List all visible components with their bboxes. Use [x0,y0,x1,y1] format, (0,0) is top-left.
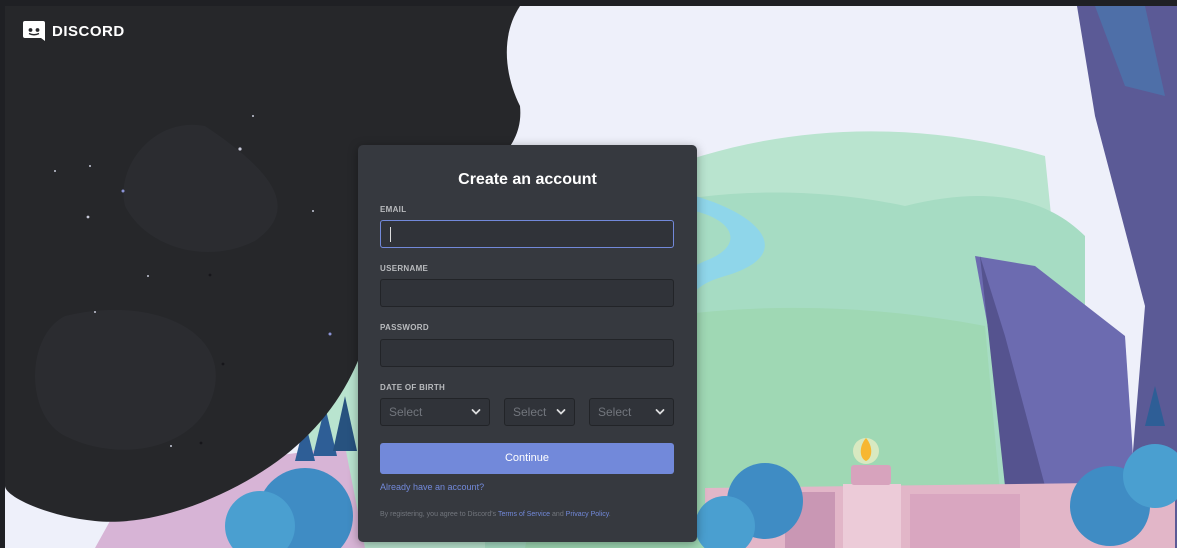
day-select-value: Select [513,405,547,419]
day-select[interactable]: Select [504,398,575,426]
discord-logo-icon [23,21,45,41]
password-field[interactable] [380,339,674,367]
text-caret [390,227,391,242]
chevron-down-icon [471,409,481,415]
terms-of-service-link[interactable]: Terms of Service [498,511,550,518]
month-select[interactable]: Select [380,398,490,426]
continue-button[interactable]: Continue [380,443,674,474]
month-select-value: Select [389,405,423,419]
legal-notice: By registering, you agree to Discord's T… [380,511,611,518]
username-label: USERNAME [380,264,429,273]
legal-and: and [552,511,564,518]
password-label: PASSWORD [380,323,429,332]
discord-logo[interactable]: DISCORD [22,19,125,43]
username-field[interactable] [380,279,674,307]
page-title: Create an account [458,171,597,188]
email-label: EMAIL [380,205,407,214]
chevron-down-icon [556,409,566,415]
email-field[interactable] [380,220,674,248]
year-select[interactable]: Select [589,398,674,426]
login-link[interactable]: Already have an account? [380,482,484,492]
year-select-value: Select [598,405,632,419]
privacy-policy-link[interactable]: Privacy Policy [566,511,609,518]
register-card: Create an account EMAIL USERNAME PASSWOR… [358,145,697,542]
brand-name: DISCORD [52,22,125,40]
chevron-down-icon [655,409,665,415]
legal-prefix: By registering, you agree to Discord's [380,511,497,518]
legal-suffix: . [608,511,611,518]
dob-label: DATE OF BIRTH [380,383,446,392]
